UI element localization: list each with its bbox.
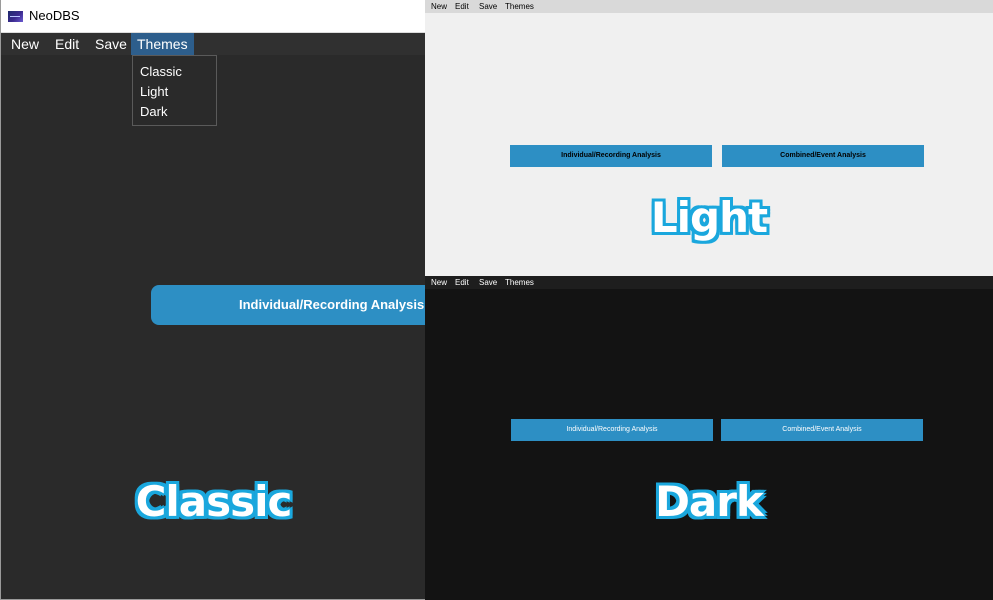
- dark-menu-save[interactable]: Save: [479, 276, 497, 289]
- theme-option-light[interactable]: Light: [140, 82, 168, 102]
- dark-caption: Dark: [655, 477, 764, 526]
- individual-recording-analysis-button[interactable]: Individual/Recording Analysis: [151, 285, 425, 325]
- light-menu-themes[interactable]: Themes: [505, 0, 534, 13]
- light-theme-panel: New Edit Save Themes Individual/Recordin…: [425, 0, 993, 276]
- dark-menu-themes[interactable]: Themes: [505, 276, 534, 289]
- theme-option-classic[interactable]: Classic: [140, 62, 182, 82]
- menu-bar: New Edit Save Themes: [1, 33, 425, 55]
- window-titlebar: NeoDBS: [1, 0, 425, 33]
- classic-theme-panel: NeoDBS New Edit Save Themes Classic Ligh…: [0, 0, 425, 600]
- menu-new[interactable]: New: [5, 33, 45, 55]
- menu-save[interactable]: Save: [89, 33, 133, 55]
- light-menu-new[interactable]: New: [431, 0, 447, 13]
- menu-edit[interactable]: Edit: [49, 33, 85, 55]
- light-menu-bar: New Edit Save Themes: [425, 0, 993, 13]
- light-menu-edit[interactable]: Edit: [455, 0, 469, 13]
- window-title: NeoDBS: [29, 8, 80, 23]
- light-menu-save[interactable]: Save: [479, 0, 497, 13]
- light-individual-recording-analysis-button[interactable]: Individual/Recording Analysis: [510, 145, 712, 167]
- theme-option-dark[interactable]: Dark: [140, 102, 167, 122]
- dark-menu-new[interactable]: New: [431, 276, 447, 289]
- dark-menu-edit[interactable]: Edit: [455, 276, 469, 289]
- menu-themes[interactable]: Themes: [131, 33, 194, 55]
- neodbs-logo-icon: [8, 11, 23, 22]
- dark-individual-recording-analysis-button[interactable]: Individual/Recording Analysis: [511, 419, 713, 441]
- dark-combined-event-analysis-button[interactable]: Combined/Event Analysis: [721, 419, 923, 441]
- light-caption: Light: [650, 193, 768, 242]
- light-combined-event-analysis-button[interactable]: Combined/Event Analysis: [722, 145, 924, 167]
- dark-theme-panel: New Edit Save Themes Individual/Recordin…: [425, 276, 993, 600]
- classic-caption: Classic: [135, 477, 293, 526]
- themes-dropdown: Classic Light Dark: [132, 55, 217, 126]
- dark-menu-bar: New Edit Save Themes: [425, 276, 993, 289]
